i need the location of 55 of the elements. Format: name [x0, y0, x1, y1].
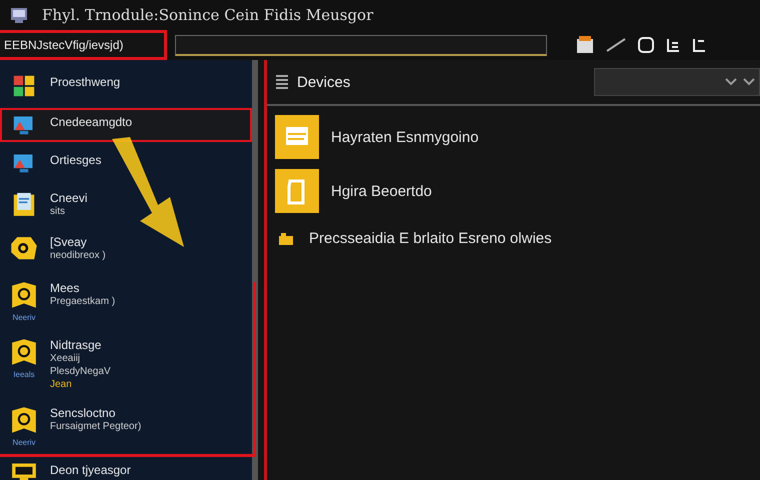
monitor-icon [12, 152, 36, 174]
view-icon[interactable] [637, 36, 655, 54]
sidebar-item[interactable]: Cneevi sits [0, 184, 252, 224]
sidebar-item[interactable]: [Sveay neodibreox ) [0, 228, 252, 270]
item-subtitle: sits [50, 206, 66, 218]
sidebar-item[interactable]: Deon tjyeasgor [0, 456, 252, 480]
window-title: Fhyl. Trnodule:Sonince Cein Fidis Meusgor [42, 6, 374, 24]
sidebar-item[interactable]: Proesthweng [0, 68, 252, 104]
sidebar-item[interactable]: Cnedeeamgdto [0, 108, 252, 142]
document-icon [275, 115, 319, 159]
item-tag: Neeriv [12, 313, 36, 322]
app-icon [10, 7, 28, 23]
chevron-icon [725, 78, 737, 86]
item-label: Nidtrasge [50, 338, 102, 352]
item-label: Cneevi [50, 191, 88, 205]
folder-icon [12, 191, 36, 217]
file-icon [275, 169, 319, 213]
item-label: Proesthweng [50, 75, 120, 89]
chevron-icon [743, 78, 755, 86]
windows-icon [12, 74, 36, 98]
item-note: Jean [50, 379, 73, 390]
device-label[interactable]: Hgira Beoertdo [331, 182, 432, 200]
monitor-icon [12, 114, 36, 136]
item-label: Cnedeeamgdto [50, 115, 132, 129]
sidebar-item[interactable]: Neeriv Mees Pregaestkam ) [0, 274, 252, 327]
item-tag: Neeriv [12, 438, 36, 447]
item-subtitle: neodibreox ) [50, 250, 106, 262]
tag-icon [11, 338, 37, 366]
tag-icon [11, 281, 37, 309]
item-label: Mees [50, 281, 80, 295]
layout-icon[interactable] [691, 37, 707, 53]
list-icon [275, 74, 289, 90]
folder-icon [279, 232, 293, 244]
sidebar-item[interactable]: Neeriv Sencsloctno Fursaigmet Pegteor) [0, 399, 252, 452]
device-label[interactable]: Hayraten Esnmygoino [331, 128, 479, 146]
tag-icon [11, 406, 37, 434]
sidebar-item[interactable]: Ieeals Nidtrasge Xeeaiij PlesdyNegaV Jean [0, 331, 252, 395]
item-subtitle: Pregaestkam ) [50, 296, 116, 308]
item-label: Ortiesges [50, 153, 102, 167]
folder-icon[interactable] [575, 35, 595, 55]
item-subtitle: Fursaigmet Pegteor) [50, 421, 142, 433]
address-field[interactable]: EEBNJstecVfig/ievsjd) [0, 30, 167, 60]
item-label: Sencsloctno [50, 406, 116, 420]
device-label[interactable]: Precsseaidia E brlaito Esreno olwies [309, 230, 552, 247]
item-label: Deon tjyeasgor [50, 463, 131, 477]
search-field[interactable] [175, 34, 547, 56]
panel-title: Devices [297, 74, 350, 90]
list-icon[interactable] [665, 37, 681, 53]
edit-icon[interactable] [605, 37, 627, 53]
item-tag: Ieeals [13, 370, 35, 379]
item-subtitle: Xeeaiij [50, 353, 82, 365]
item-label: [Sveay [50, 235, 88, 249]
display-icon [11, 462, 37, 480]
item-subtitle: PlesdyNegaV [50, 366, 111, 378]
sidebar-item[interactable]: Ortiesges [0, 146, 252, 180]
